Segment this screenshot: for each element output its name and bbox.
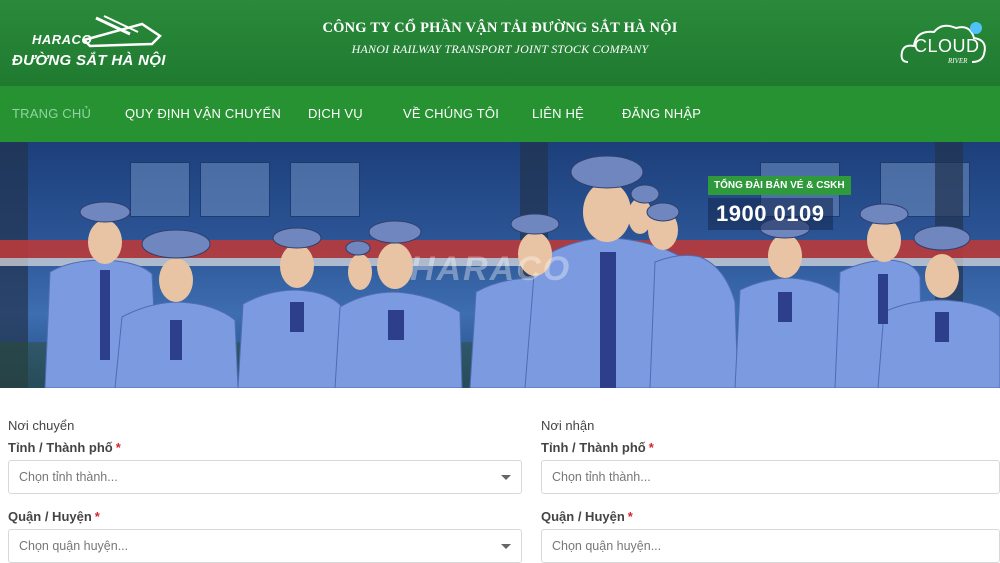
nav-item-home[interactable]: TRANG CHỦ <box>12 106 91 121</box>
main-nav: TRANG CHỦ QUY ĐỊNH VẬN CHUYỂN DỊCH VỤ VỀ… <box>0 86 1000 142</box>
required-mark: * <box>94 509 100 524</box>
nav-item-shipping-rules[interactable]: QUY ĐỊNH VẬN CHUYỂN <box>125 106 281 121</box>
required-mark: * <box>627 509 633 524</box>
nav-item-services[interactable]: DỊCH VỤ <box>308 106 363 121</box>
sender-district-label: Quận / Huyện * <box>8 509 100 524</box>
hotline-badge[interactable]: TỔNG ĐÀI BÁN VÉ & CSKH 1900 0109 <box>708 176 851 236</box>
sender-district-label-text: Quận / Huyện <box>8 509 92 524</box>
river-logo-text: RIVER <box>948 57 968 65</box>
receiver-city-select[interactable]: Chọn tỉnh thành... <box>541 460 1000 494</box>
chevron-down-icon <box>501 544 511 549</box>
haraco-watermark: HARACO <box>410 250 572 288</box>
shipping-form: Nơi chuyển Tỉnh / Thành phố * Chọn tỉnh t… <box>0 388 1000 563</box>
sender-district-placeholder: Chọn quận huyện... <box>19 539 129 553</box>
receiver-city-label-text: Tỉnh / Thành phố <box>541 440 646 455</box>
sender-section-title: Nơi chuyển <box>8 418 75 433</box>
hotline-number: 1900 0109 <box>708 198 833 230</box>
receiver-district-placeholder: Chọn quận huyện... <box>552 539 662 553</box>
hero-banner: HARACO TỔNG ĐÀI BÁN VÉ & CSKH 1900 0109 <box>0 142 1000 388</box>
sender-city-label-text: Tỉnh / Thành phố <box>8 440 113 455</box>
sender-city-placeholder: Chọn tỉnh thành... <box>19 470 118 484</box>
company-name-en: HANOI RAILWAY TRANSPORT JOINT STOCK COMP… <box>351 42 649 56</box>
required-mark: * <box>648 440 654 455</box>
chevron-down-icon <box>501 475 511 480</box>
nav-item-contact[interactable]: LIÊN HỆ <box>532 106 584 121</box>
nav-item-login[interactable]: ĐĂNG NHẬP <box>622 106 701 121</box>
company-name-vn: CÔNG TY CỔ PHẦN VẬN TẢI ĐƯỜNG SẮT HÀ NỘI <box>322 20 678 36</box>
receiver-section-title: Nơi nhận <box>541 418 595 433</box>
cloud-logo-text: CLOUD <box>914 36 980 56</box>
receiver-district-label: Quận / Huyện * <box>541 509 633 524</box>
receiver-city-label: Tỉnh / Thành phố * <box>541 440 654 455</box>
receiver-city-placeholder: Chọn tỉnh thành... <box>552 470 651 484</box>
sender-city-select[interactable]: Chọn tỉnh thành... <box>8 460 522 494</box>
nav-item-about[interactable]: VỀ CHÚNG TÔI <box>403 106 499 121</box>
hotline-label: TỔNG ĐÀI BÁN VÉ & CSKH <box>708 176 851 195</box>
site-header: HARACO ĐƯỜNG SẮT HÀ NỘI CÔNG TY CỔ PHẦN … <box>0 0 1000 86</box>
required-mark: * <box>115 440 121 455</box>
sender-city-label: Tỉnh / Thành phố * <box>8 440 121 455</box>
sender-district-select[interactable]: Chọn quận huyện... <box>8 529 522 563</box>
receiver-district-label-text: Quận / Huyện <box>541 509 625 524</box>
receiver-district-select[interactable]: Chọn quận huyện... <box>541 529 1000 563</box>
cloud-river-logo[interactable]: CLOUD RIVER <box>898 18 990 70</box>
